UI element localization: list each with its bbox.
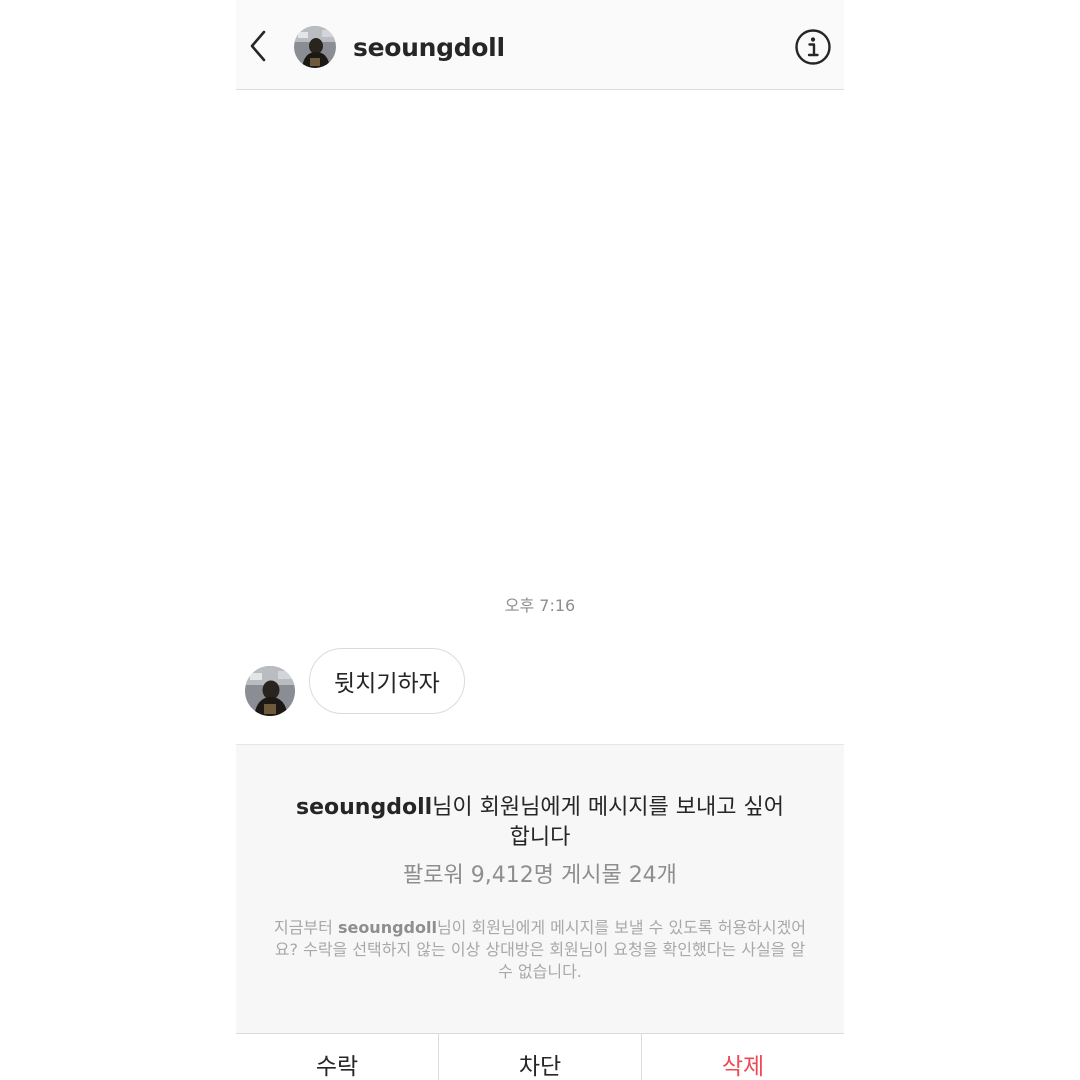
message-request-panel: seoungdoll님이 회원님에게 메시지를 보내고 싶어 합니다 팔로워 9… <box>236 744 844 1034</box>
request-description-prefix: 지금부터 <box>273 918 338 937</box>
profile-photo-icon <box>245 666 295 716</box>
back-button[interactable] <box>244 26 274 66</box>
message-timestamp: 오후 7:16 <box>504 596 576 615</box>
avatar[interactable] <box>294 26 336 68</box>
request-stats: 팔로워 9,412명 게시물 24개 <box>403 863 677 888</box>
page-title[interactable]: seoungdoll <box>353 30 505 66</box>
profile-photo-icon <box>294 26 336 68</box>
block-button[interactable]: 차단 <box>439 1034 642 1080</box>
request-title-username[interactable]: seoungdoll <box>296 795 432 820</box>
dm-request-screen: seoungdoll 오후 7:16 뒷치기하자 seoungdoll님이 회원… <box>236 0 844 1080</box>
message-bubble[interactable]: 뒷치기하자 <box>309 648 465 714</box>
chevron-left-icon <box>250 30 266 62</box>
request-description-username: seoungdoll <box>337 918 437 937</box>
request-title-text: 님이 회원님에게 메시지를 보내고 싶어 합니다 <box>432 795 784 850</box>
accept-button[interactable]: 수락 <box>236 1034 439 1080</box>
request-action-bar: 수락 차단 삭제 <box>236 1033 844 1080</box>
top-navigation-bar: seoungdoll <box>236 0 844 90</box>
info-button[interactable] <box>794 28 832 66</box>
delete-button[interactable]: 삭제 <box>642 1034 844 1080</box>
info-icon <box>795 29 831 65</box>
sender-avatar[interactable] <box>245 666 295 716</box>
request-description: 지금부터 seoungdoll님이 회원님에게 메시지를 보낼 수 있도록 허용… <box>266 917 814 983</box>
request-title: seoungdoll님이 회원님에게 메시지를 보내고 싶어 합니다 <box>286 793 794 853</box>
